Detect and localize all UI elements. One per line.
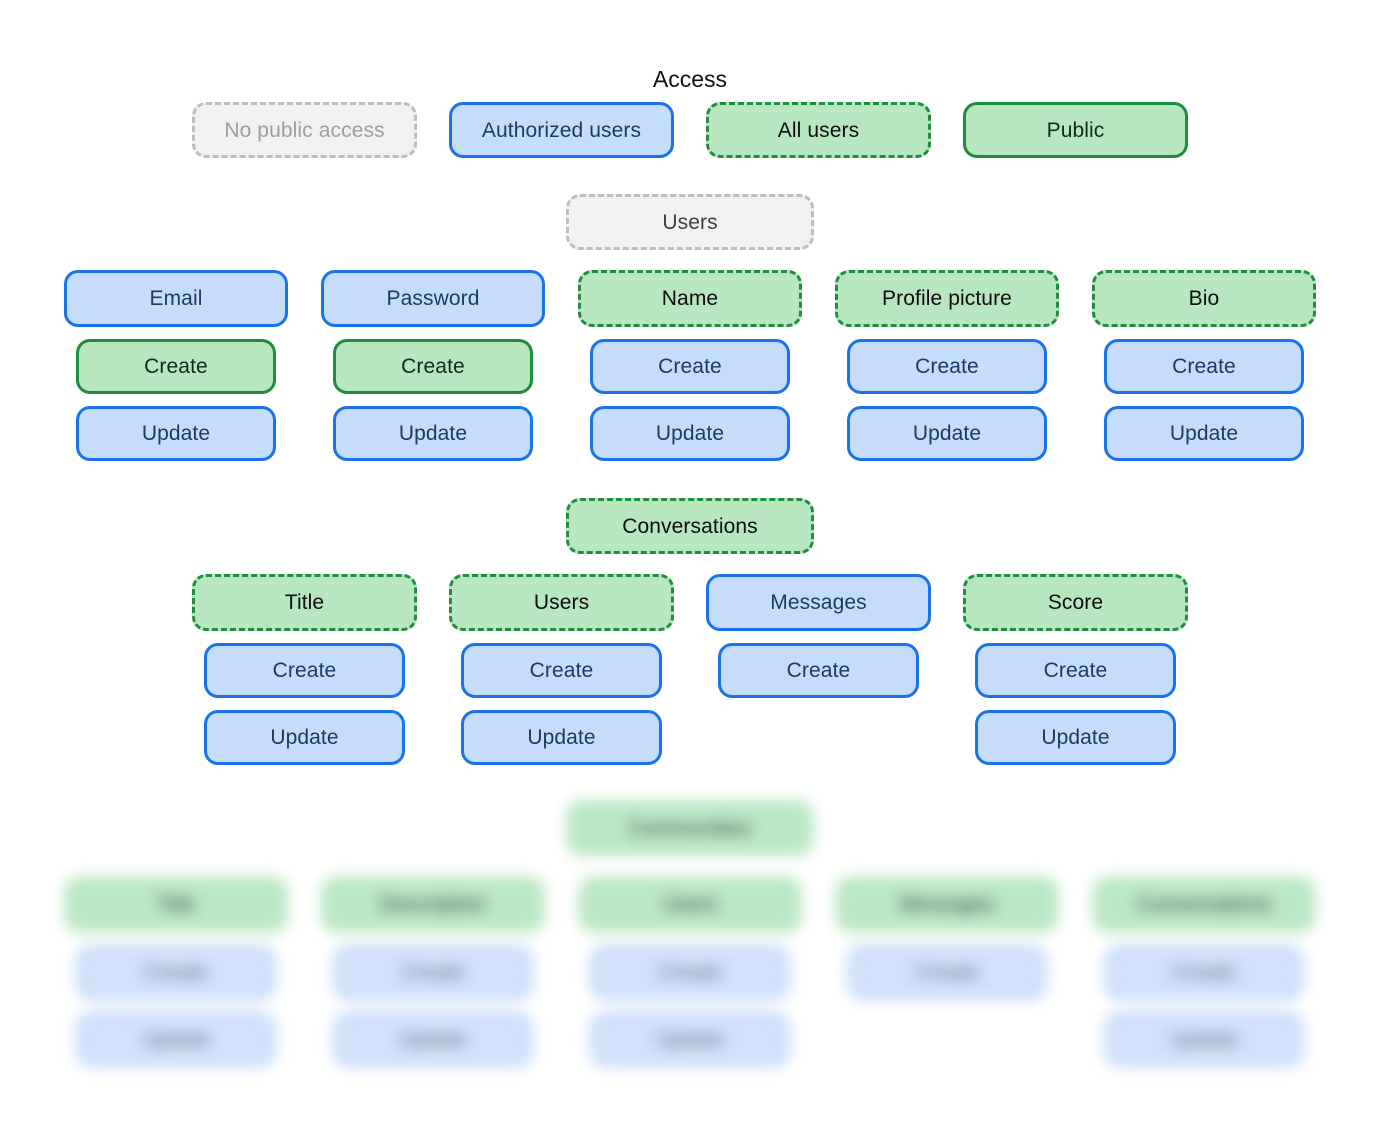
operation-chip-communities-title-create[interactable]: Create — [76, 945, 276, 1000]
chip-label: Create — [272, 659, 337, 682]
page-title: Access — [652, 66, 728, 92]
legend-chip-all-users[interactable]: All users — [706, 102, 931, 158]
chip-label: Update — [398, 422, 468, 445]
operation-chip-communities-description-update[interactable]: Update — [333, 1012, 533, 1067]
field-chip-communities-conversations[interactable]: Conversations — [1092, 876, 1316, 933]
chip-label: Messages — [770, 591, 867, 614]
chip-label: Communities — [628, 816, 752, 840]
operation-chip-communities-messages-create[interactable]: Create — [847, 945, 1047, 1000]
chip-label: Create — [1043, 659, 1108, 682]
chip-label: Conversations — [622, 514, 758, 538]
field-chip-conversations-users[interactable]: Users — [449, 574, 674, 631]
chip-label: Users — [662, 210, 718, 234]
operation-chip-conversations-title-update[interactable]: Update — [204, 710, 405, 765]
chip-label: Messages — [898, 893, 996, 916]
operation-chip-communities-description-create[interactable]: Create — [333, 945, 533, 1000]
field-chip-users-password[interactable]: Password — [321, 270, 545, 327]
field-chip-communities-title[interactable]: Title — [64, 876, 288, 933]
chip-label: Update — [655, 422, 725, 445]
chip-label: Email — [149, 287, 203, 310]
chip-label: Create — [1172, 961, 1236, 984]
operation-chip-communities-title-update[interactable]: Update — [76, 1012, 276, 1067]
section-communities-blurred: Communities Title Create Update Description C… — [0, 786, 1381, 1086]
chip-label: Profile picture — [882, 287, 1012, 310]
legend-chip-no-public-access[interactable]: No public access — [192, 102, 417, 158]
chip-label: Create — [144, 961, 208, 984]
field-chip-conversations-score[interactable]: Score — [963, 574, 1188, 631]
field-chip-users-email[interactable]: Email — [64, 270, 288, 327]
chip-label: Create — [529, 659, 594, 682]
chip-label: Create — [658, 961, 722, 984]
chip-label: Users — [533, 591, 590, 614]
operation-chip-users-profile-picture-create[interactable]: Create — [847, 339, 1047, 394]
legend-chip-authorized-users[interactable]: Authorized users — [449, 102, 674, 158]
chip-label: Update — [527, 726, 596, 749]
field-chip-conversations-messages[interactable]: Messages — [706, 574, 931, 631]
chip-label: Create — [401, 961, 465, 984]
operation-chip-conversations-users-create[interactable]: Create — [461, 643, 662, 698]
operation-chip-conversations-title-create[interactable]: Create — [204, 643, 405, 698]
chip-label: Create — [1172, 355, 1236, 378]
operation-chip-users-profile-picture-update[interactable]: Update — [847, 406, 1047, 461]
field-chip-users-name[interactable]: Name — [578, 270, 802, 327]
operation-chip-conversations-messages-create[interactable]: Create — [718, 643, 919, 698]
chip-label: Update — [141, 422, 211, 445]
field-chip-users-bio[interactable]: Bio — [1092, 270, 1316, 327]
chip-label: Create — [658, 355, 722, 378]
chip-label: Create — [786, 659, 851, 682]
chip-label: Password — [386, 287, 480, 310]
chip-label: Create — [144, 355, 208, 378]
chip-label: Update — [141, 1028, 211, 1051]
section-header-users[interactable]: Users — [566, 194, 814, 250]
operation-chip-users-password-create[interactable]: Create — [333, 339, 533, 394]
chip-label: Create — [915, 961, 979, 984]
section-header-conversations[interactable]: Conversations — [566, 498, 814, 554]
chip-label: Update — [270, 726, 339, 749]
operation-chip-communities-conversations-update[interactable]: Update — [1104, 1012, 1304, 1067]
chip-label: Name — [661, 287, 719, 310]
chip-label: Update — [1169, 422, 1239, 445]
operation-chip-users-email-update[interactable]: Update — [76, 406, 276, 461]
operation-chip-conversations-score-update[interactable]: Update — [975, 710, 1176, 765]
chip-label: Create — [915, 355, 979, 378]
operation-chip-users-name-update[interactable]: Update — [590, 406, 790, 461]
operation-chip-users-name-create[interactable]: Create — [590, 339, 790, 394]
legend-chip-public[interactable]: Public — [963, 102, 1188, 158]
chip-label: All users — [777, 118, 860, 142]
chip-label: Update — [1041, 726, 1110, 749]
chip-label: Users — [662, 893, 718, 916]
chip-label: No public access — [224, 118, 385, 142]
chip-label: Authorized users — [481, 118, 642, 142]
chip-label: Title — [284, 591, 325, 614]
operation-chip-users-password-update[interactable]: Update — [333, 406, 533, 461]
chip-label: Title — [156, 893, 196, 916]
operation-chip-communities-users-create[interactable]: Create — [590, 945, 790, 1000]
chip-label: Conversations — [1136, 893, 1272, 916]
chip-label: Update — [1169, 1028, 1239, 1051]
operation-chip-conversations-users-update[interactable]: Update — [461, 710, 662, 765]
section-header-communities[interactable]: Communities — [566, 800, 814, 856]
chip-label: Score — [1047, 591, 1104, 614]
chip-label: Bio — [1188, 287, 1220, 310]
chip-label: Description — [379, 893, 487, 916]
access-matrix-diagram: Access No public access Authorized users A… — [0, 0, 1381, 1136]
operation-chip-conversations-score-create[interactable]: Create — [975, 643, 1176, 698]
field-chip-users-profile-picture[interactable]: Profile picture — [835, 270, 1059, 327]
field-chip-conversations-title[interactable]: Title — [192, 574, 417, 631]
operation-chip-users-bio-update[interactable]: Update — [1104, 406, 1304, 461]
field-chip-communities-description[interactable]: Description — [321, 876, 545, 933]
field-chip-communities-messages[interactable]: Messages — [835, 876, 1059, 933]
operation-chip-communities-conversations-create[interactable]: Create — [1104, 945, 1304, 1000]
operation-chip-users-bio-create[interactable]: Create — [1104, 339, 1304, 394]
chip-label: Update — [912, 422, 982, 445]
chip-label: Update — [655, 1028, 725, 1051]
chip-label: Update — [398, 1028, 468, 1051]
field-chip-communities-users[interactable]: Users — [578, 876, 802, 933]
operation-chip-users-email-create[interactable]: Create — [76, 339, 276, 394]
chip-label: Create — [401, 355, 465, 378]
chip-label: Public — [1046, 118, 1105, 142]
operation-chip-communities-users-update[interactable]: Update — [590, 1012, 790, 1067]
